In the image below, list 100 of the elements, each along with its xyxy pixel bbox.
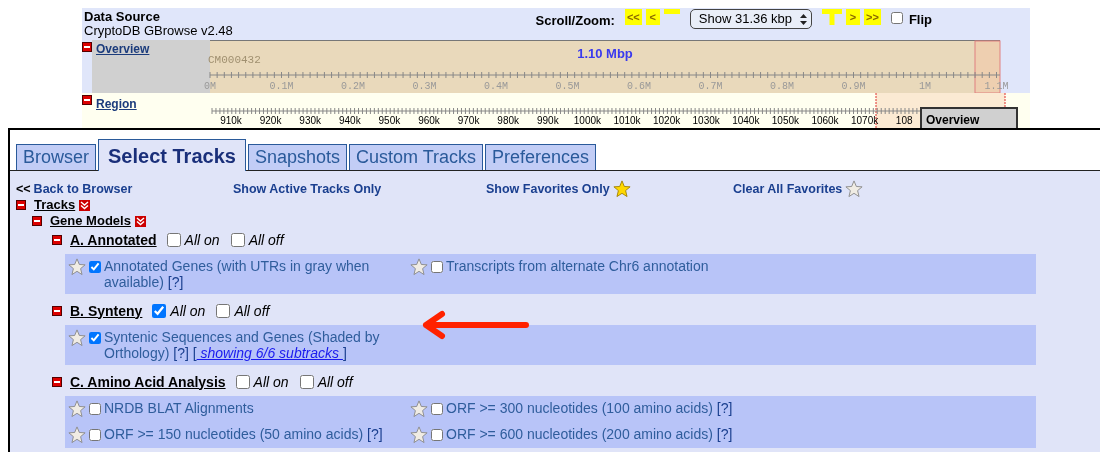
star-icon[interactable] [845,180,864,198]
back-arrows: << [16,181,31,198]
track-label: ORF >= 600 nucleotides (200 amino acids) [?] [446,426,734,442]
help-link[interactable]: [?] [716,426,733,442]
tick-label: 940k [338,115,361,126]
collapse-icon[interactable] [52,306,62,316]
tab[interactable]: Select Tracks [98,139,246,171]
span-label: 1.10 Mbp [577,46,633,61]
tick-label: 0.8M [770,81,794,92]
checkbox[interactable] [166,233,181,247]
checkbox[interactable] [216,304,231,318]
tick-label: 1070k [850,115,879,126]
checkbox[interactable] [431,429,443,441]
section-link[interactable]: Region [92,95,137,128]
help-link[interactable]: [?] [716,400,733,416]
checkbox-label[interactable]: All on [170,300,206,322]
tick-label: 0.2M [341,81,365,92]
menu-icon[interactable] [134,215,146,227]
checkbox-label[interactable]: All on [253,371,289,393]
tick-label: 0.7M [698,81,723,92]
tab[interactable]: Preferences [485,144,597,170]
star-icon[interactable] [612,180,631,198]
scroll-button[interactable]: << [624,9,642,25]
help-link[interactable]: [?] [167,274,184,290]
track-label: Annotated Genes (with UTRs in gray when available) [?] [104,258,371,290]
tick-label: 108 [895,115,913,126]
subtracks-link[interactable]: showing 6/6 subtracks [196,345,343,361]
overview-popup: Overview [920,107,1018,128]
link[interactable]: Show Favorites Only [486,180,610,199]
star-icon[interactable] [68,329,86,347]
checkbox[interactable] [431,261,443,273]
updown-icon [800,13,808,25]
link[interactable]: Show Active Tracks Only [233,180,382,199]
data-source-name: CryptoDB GBrowse v2.48 [84,24,233,38]
tick-label: 0.6M [627,81,651,92]
tab[interactable]: Custom Tracks [348,144,483,170]
checkbox[interactable] [89,332,101,344]
tick-label: 960k [418,115,440,126]
checkbox-label[interactable]: All off [234,300,270,322]
tick-label: 1020k [652,115,681,126]
collapse-icon[interactable] [52,235,62,245]
track-label: Transcripts from alternate Chr6 annotation [446,258,710,274]
menu-icon[interactable] [79,199,91,211]
help-link[interactable]: [?] [367,426,383,442]
tick-label: 0.4M [484,81,508,92]
tick-label: 980k [497,115,520,126]
star-icon[interactable] [410,258,428,276]
collapse-icon[interactable] [82,95,92,105]
tick-label: 990k [536,115,559,126]
tick-label: 1030k [692,115,720,126]
tick-label: 1040k [732,115,760,126]
checkbox[interactable] [89,429,101,441]
collapse-icon[interactable] [82,42,92,52]
link[interactable]: Clear All Favorites [733,180,843,199]
tick-label: 0.9M [841,81,866,92]
tick-label: 920k [259,115,282,126]
collapse-icon[interactable] [52,377,62,387]
tick-label: 1050k [771,115,800,126]
checkbox-label[interactable]: All off [248,229,284,251]
help-link[interactable]: [?] [173,345,189,361]
tab[interactable]: Browser [16,144,96,170]
checkbox-label[interactable]: Flip [908,10,932,30]
checkbox[interactable] [152,304,167,318]
track-label: ORF >= 300 nucleotides (100 amino acids) [?] [446,400,734,416]
checkbox[interactable] [890,12,903,24]
scroll-button[interactable]: > [846,9,861,25]
checkbox[interactable] [89,261,101,273]
collapse-icon[interactable] [16,200,26,210]
star-icon[interactable] [68,258,86,276]
star-icon[interactable] [68,400,86,418]
section-link[interactable]: A. Annotated [64,229,159,251]
star-icon[interactable] [410,426,428,444]
section-link[interactable]: B. Synteny [64,300,145,322]
tick-label: 910k [220,115,242,126]
track-label: NRDB BLAT Alignments [104,400,255,416]
tick-label: 1060k [811,115,839,126]
zoom-select[interactable]: Show 31.36 kbp [689,9,813,29]
scroll-button[interactable]: < [645,9,660,25]
checkbox[interactable] [89,403,101,415]
collapse-icon[interactable] [32,216,42,226]
tick-label: 950k [378,115,401,126]
sequence-name: CM000432 [208,54,261,66]
checkbox-label[interactable]: All off [317,371,353,393]
star-icon[interactable] [410,400,428,418]
checkbox[interactable] [431,403,443,415]
tick-label: 930k [299,115,322,126]
tick-label: 1000k [573,115,602,126]
section-link[interactable]: C. Amino Acid Analysis [64,371,228,393]
tick-label: 0.1M [269,81,294,92]
star-icon[interactable] [68,426,86,444]
tab[interactable]: Snapshots [247,144,347,170]
data-source-title: Data Source [84,10,161,24]
track-label: Syntenic Sequences and Genes (Shaded by Orthology) [?] [ showing 6/6 subtracks ] [104,329,381,361]
checkbox-label[interactable]: All on [184,229,220,251]
checkbox[interactable] [230,233,245,247]
checkbox[interactable] [235,375,250,389]
track-label: ORF >= 150 nucleotides (50 amino acids) [?] [104,426,384,442]
checkbox[interactable] [299,375,314,389]
scroll-button[interactable]: >> [864,9,881,25]
tick-label: 0.5M [555,81,580,92]
